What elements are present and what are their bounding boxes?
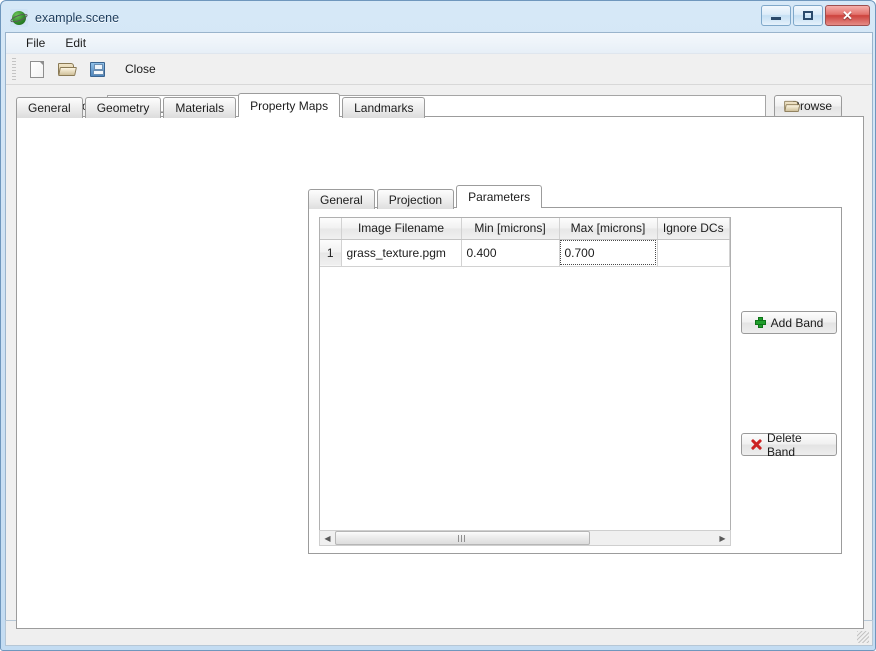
- minimize-icon: [771, 17, 781, 20]
- minimize-button[interactable]: [761, 5, 791, 26]
- window-controls: ✕: [761, 5, 870, 26]
- scrollbar-track[interactable]: [335, 531, 715, 545]
- row-number: 1: [320, 239, 341, 266]
- tab-property-maps[interactable]: Property Maps: [238, 93, 340, 117]
- close-icon: ✕: [842, 9, 853, 22]
- texture-map-detail-pane: Texture Map Enabled General Projection P…: [302, 126, 842, 566]
- column-header-ignore-dcs[interactable]: Ignore DCs: [657, 218, 730, 239]
- column-header-image-filename[interactable]: Image Filename: [341, 218, 461, 239]
- add-band-button[interactable]: Add Band: [741, 311, 837, 334]
- tab-geometry[interactable]: Geometry: [85, 97, 162, 118]
- table-header-row: Image Filename Min [microns] Max [micron…: [320, 218, 730, 239]
- table-row[interactable]: 1 grass_texture.pgm 0.400 0.700: [320, 239, 730, 266]
- delete-band-label: Delete Band: [767, 431, 827, 459]
- close-window-button[interactable]: ✕: [825, 5, 870, 26]
- new-file-button[interactable]: [22, 56, 52, 82]
- column-header-min-microns[interactable]: Min [microns]: [461, 218, 559, 239]
- parameters-panel: Image Filename Min [microns] Max [micron…: [308, 207, 842, 554]
- scene-globe-icon: [10, 9, 28, 27]
- cell-image-filename[interactable]: grass_texture.pgm: [341, 239, 461, 266]
- main-tabstrip: General Geometry Materials Property Maps…: [16, 94, 864, 117]
- detail-tabstrip: General Projection Parameters: [308, 185, 842, 208]
- x-icon: [751, 439, 762, 450]
- open-folder-icon: [58, 62, 76, 76]
- close-scene-button[interactable]: Close: [116, 58, 165, 80]
- application-window: example.scene ✕ File Edit: [0, 0, 876, 651]
- plus-icon: [755, 317, 766, 328]
- new-file-icon: [30, 61, 44, 78]
- toolbar-grip[interactable]: [12, 58, 16, 80]
- open-file-button[interactable]: [52, 56, 82, 82]
- table-horizontal-scrollbar[interactable]: ◀ ▶: [319, 530, 731, 546]
- cell-min-microns[interactable]: 0.400: [461, 239, 559, 266]
- save-file-button[interactable]: [82, 56, 112, 82]
- tool-bar: Close: [6, 54, 872, 85]
- inner-tab-general[interactable]: General: [308, 189, 375, 209]
- tab-materials[interactable]: Materials: [163, 97, 236, 118]
- menu-file[interactable]: File: [16, 34, 55, 52]
- menu-bar: File Edit: [6, 33, 872, 54]
- bands-table: Image Filename Min [microns] Max [micron…: [320, 218, 730, 267]
- band-buttons: Add Band Delete Band: [741, 208, 841, 555]
- tab-general[interactable]: General: [16, 97, 83, 118]
- maximize-icon: [803, 11, 813, 20]
- inner-tab-projection[interactable]: Projection: [377, 189, 454, 209]
- menu-edit[interactable]: Edit: [55, 34, 96, 52]
- cell-ignore-dcs[interactable]: [657, 239, 730, 266]
- add-band-label: Add Band: [771, 316, 824, 330]
- column-header-rownum[interactable]: [320, 218, 341, 239]
- cell-max-microns[interactable]: 0.700: [559, 239, 657, 266]
- scrollbar-thumb[interactable]: [335, 531, 590, 545]
- save-floppy-icon: [90, 62, 105, 77]
- scrollbar-grip-icon: [458, 535, 467, 542]
- inner-tab-parameters[interactable]: Parameters: [456, 185, 542, 208]
- window-title: example.scene: [35, 11, 119, 25]
- column-header-max-microns[interactable]: Max [microns]: [559, 218, 657, 239]
- delete-band-button[interactable]: Delete Band: [741, 433, 837, 456]
- scroll-right-icon[interactable]: ▶: [715, 531, 730, 545]
- tab-landmarks[interactable]: Landmarks: [342, 97, 425, 118]
- resize-grip[interactable]: [857, 631, 869, 643]
- maximize-button[interactable]: [793, 5, 823, 26]
- client-area: File Edit Close General: [5, 32, 873, 646]
- bands-table-container[interactable]: Image Filename Min [microns] Max [micron…: [319, 217, 731, 545]
- title-bar: example.scene ✕: [4, 4, 872, 32]
- scroll-left-icon[interactable]: ◀: [320, 531, 335, 545]
